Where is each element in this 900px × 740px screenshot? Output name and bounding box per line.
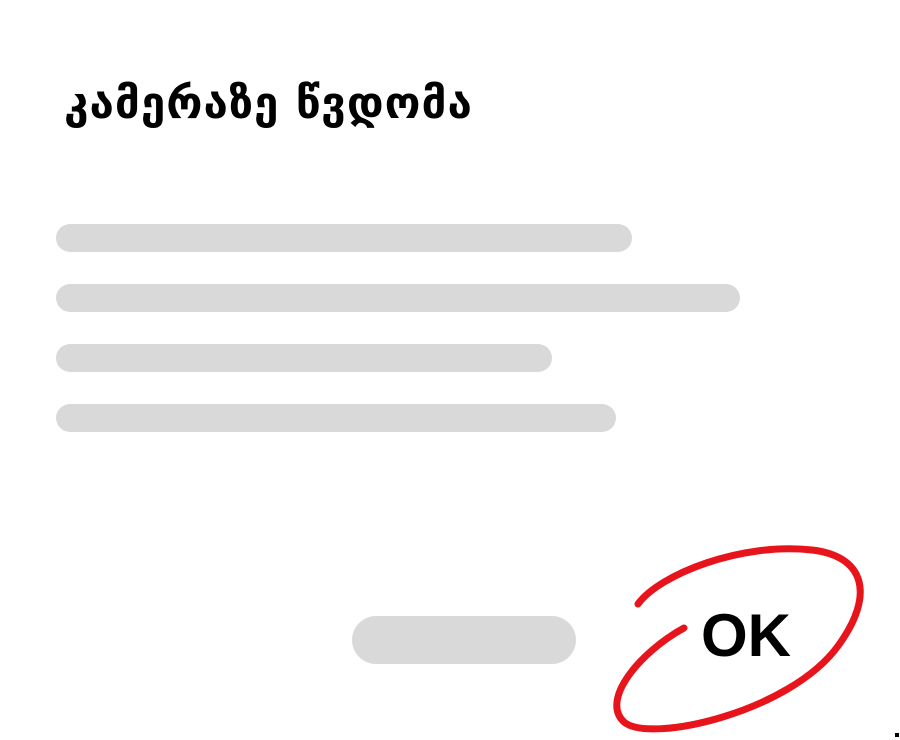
dialog-title: კამერაზე წვდომა [64, 78, 473, 129]
camera-permission-dialog: კამერაზე წვდომა OK [0, 0, 900, 740]
body-text-placeholder-line [56, 344, 552, 372]
body-text-placeholder-line [56, 404, 616, 432]
ok-button[interactable]: OK [686, 598, 806, 674]
body-text-placeholder-line [56, 224, 632, 252]
ok-button-label: OK [701, 602, 791, 669]
corner-mark [895, 733, 899, 737]
cancel-button[interactable] [352, 616, 576, 664]
body-text-placeholder-line [56, 284, 740, 312]
